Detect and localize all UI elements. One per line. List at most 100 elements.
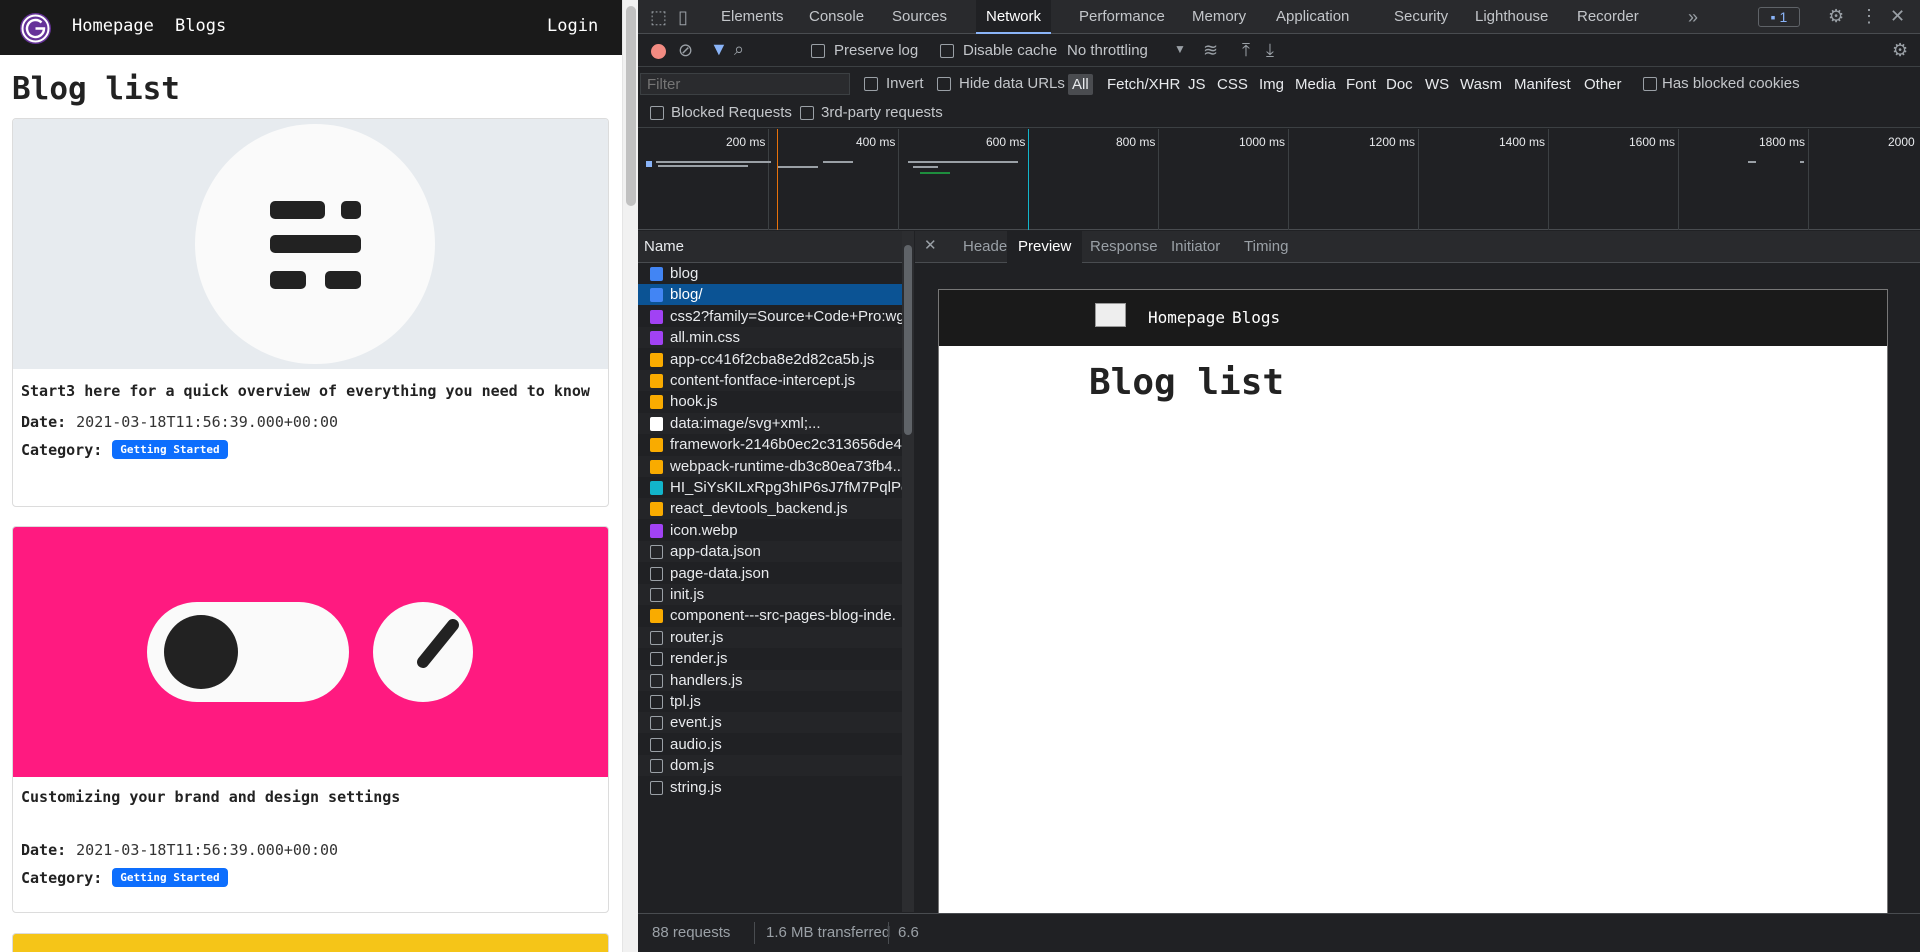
request-name: HI_SiYsKILxRpg3hIP6sJ7fM7PqlPev. — [670, 479, 902, 496]
request-row[interactable]: framework-2146b0ec2c313656de4. — [638, 434, 902, 455]
request-row[interactable]: component---src-pages-blog-inde. — [638, 605, 902, 626]
request-row[interactable]: dom.js — [638, 755, 902, 777]
blog-card-title[interactable]: Customizing your brand and design settin… — [13, 785, 608, 809]
third-party-checkbox[interactable] — [800, 106, 814, 120]
filter-type-wasm[interactable]: Wasm — [1456, 74, 1506, 95]
nav-link-login[interactable]: Login — [547, 16, 598, 36]
search-icon[interactable]: ⌕ — [734, 40, 744, 58]
more-tabs-chevron-icon[interactable]: » — [1688, 8, 1698, 26]
filter-funnel-icon[interactable]: ▼ — [710, 40, 728, 58]
other-file-icon — [650, 695, 663, 709]
filter-type-img[interactable]: Img — [1255, 74, 1288, 95]
request-row[interactable]: HI_SiYsKILxRpg3hIP6sJ7fM7PqlPev. — [638, 477, 902, 498]
request-row[interactable]: init.js — [638, 584, 902, 605]
blog-card[interactable]: Start3 here for a quick overview of ever… — [12, 118, 609, 507]
request-row[interactable]: render.js — [638, 648, 902, 669]
request-row[interactable]: blog — [638, 263, 902, 284]
disable-cache-checkbox[interactable] — [940, 44, 954, 58]
request-row[interactable]: all.min.css — [638, 327, 902, 349]
request-row[interactable]: page-data.json — [638, 563, 902, 584]
name-column-header[interactable]: Name — [638, 231, 902, 263]
request-row[interactable]: icon.webp — [638, 520, 902, 541]
close-devtools-icon[interactable]: ✕ — [1890, 7, 1905, 25]
request-row[interactable]: hook.js — [638, 391, 902, 412]
kebab-menu-icon[interactable]: ⋮ — [1860, 7, 1878, 25]
filter-type-media[interactable]: Media — [1291, 74, 1340, 95]
throttling-select[interactable]: No throttling — [1067, 42, 1148, 59]
filter-type-fetch-xhr[interactable]: Fetch/XHR — [1103, 74, 1184, 95]
request-row[interactable]: app-cc416f2cba8e2d82ca5b.js — [638, 349, 902, 370]
request-row[interactable]: audio.js — [638, 734, 902, 755]
blog-card-title[interactable]: Start3 here for a quick overview of ever… — [13, 379, 608, 403]
request-row[interactable]: router.js — [638, 626, 902, 648]
tab-elements[interactable]: Elements — [711, 0, 794, 34]
filter-type-doc[interactable]: Doc — [1382, 74, 1417, 95]
category-badge[interactable]: Getting Started — [112, 868, 228, 887]
request-name: webpack-runtime-db3c80ea73fb4.. — [670, 457, 901, 475]
request-row[interactable]: tpl.js — [638, 691, 902, 712]
dropdown-arrow-icon[interactable]: ▼ — [1174, 43, 1186, 55]
request-row[interactable]: css2?family=Source+Code+Pro:wg — [638, 306, 902, 327]
tab-recorder[interactable]: Recorder — [1567, 0, 1649, 34]
gatsby-logo-icon[interactable] — [20, 13, 51, 44]
has-blocked-cookies-checkbox[interactable] — [1643, 77, 1657, 91]
inspect-element-icon[interactable]: ⬚ — [650, 8, 667, 26]
hide-data-urls-checkbox[interactable] — [937, 77, 951, 91]
request-row[interactable]: string.js — [638, 777, 902, 798]
timeline-bar — [658, 165, 748, 167]
tab-timing[interactable]: Timing — [1233, 231, 1299, 263]
filter-type-font[interactable]: Font — [1342, 74, 1380, 95]
filter-input[interactable] — [640, 73, 850, 95]
preserve-log-checkbox[interactable] — [811, 44, 825, 58]
clear-icon[interactable]: ⊘ — [678, 41, 693, 59]
network-settings-gear-icon[interactable]: ⚙ — [1892, 41, 1908, 59]
invert-checkbox[interactable] — [864, 77, 878, 91]
scrollbar-thumb[interactable] — [626, 6, 636, 206]
tab-preview[interactable]: Preview — [1007, 231, 1083, 263]
tab-console[interactable]: Console — [799, 0, 874, 34]
filter-type-css[interactable]: CSS — [1213, 74, 1252, 95]
blog-card[interactable]: Customizing your brand and design settin… — [12, 526, 609, 913]
tab-memory[interactable]: Memory — [1182, 0, 1256, 34]
blocked-requests-checkbox[interactable] — [650, 106, 664, 120]
nav-link-blogs[interactable]: Blogs — [175, 16, 226, 36]
request-row[interactable]: app-data.json — [638, 541, 902, 563]
request-row[interactable]: blog/ — [638, 284, 902, 306]
font-file-icon — [650, 481, 663, 495]
nav-link-homepage[interactable]: Homepage — [72, 16, 154, 36]
request-row[interactable]: data:image/svg+xml;... — [638, 412, 902, 434]
website-scrollbar[interactable] — [622, 0, 638, 952]
tab-response[interactable]: Response — [1079, 231, 1169, 263]
tab-initiator[interactable]: Initiator — [1160, 231, 1231, 263]
filter-type-manifest[interactable]: Manifest — [1510, 74, 1575, 95]
tab-network[interactable]: Network — [976, 0, 1052, 34]
request-row[interactable]: handlers.js — [638, 669, 902, 691]
request-list-scrollbar[interactable] — [902, 231, 914, 912]
close-detail-icon[interactable]: ✕ — [924, 238, 937, 253]
tab-security[interactable]: Security — [1384, 0, 1458, 34]
category-badge[interactable]: Getting Started — [112, 440, 228, 459]
request-row[interactable]: event.js — [638, 712, 902, 734]
tab-sources[interactable]: Sources — [882, 0, 957, 34]
tab-application[interactable]: Application — [1266, 0, 1359, 34]
blog-card[interactable] — [12, 933, 609, 952]
filter-type-js[interactable]: JS — [1184, 74, 1210, 95]
filter-type-all[interactable]: All — [1068, 74, 1093, 95]
settings-gear-icon[interactable]: ⚙ — [1828, 7, 1844, 25]
tab-lighthouse[interactable]: Lighthouse — [1465, 0, 1558, 34]
network-timeline-overview[interactable]: 200 ms 400 ms 600 ms 800 ms 1000 ms 1200… — [638, 129, 1920, 230]
filter-type-other[interactable]: Other — [1580, 74, 1626, 95]
request-row[interactable]: webpack-runtime-db3c80ea73fb4.. — [638, 455, 902, 477]
request-row[interactable]: content-fontface-intercept.js — [638, 370, 902, 391]
export-har-icon[interactable]: ⤓ — [1266, 41, 1274, 59]
tab-performance[interactable]: Performance — [1069, 0, 1175, 34]
request-name: dom.js — [670, 757, 715, 775]
network-conditions-icon[interactable]: ≋ — [1203, 41, 1218, 59]
import-har-icon[interactable]: ⤒ — [1242, 41, 1250, 59]
scrollbar-thumb[interactable] — [904, 245, 912, 435]
filter-type-ws[interactable]: WS — [1421, 74, 1453, 95]
record-stop-icon[interactable] — [651, 44, 666, 59]
device-toolbar-icon[interactable]: ▯ — [678, 8, 688, 26]
issues-badge[interactable]: ▪ 1 — [1758, 7, 1800, 27]
request-row[interactable]: react_devtools_backend.js — [638, 498, 902, 520]
